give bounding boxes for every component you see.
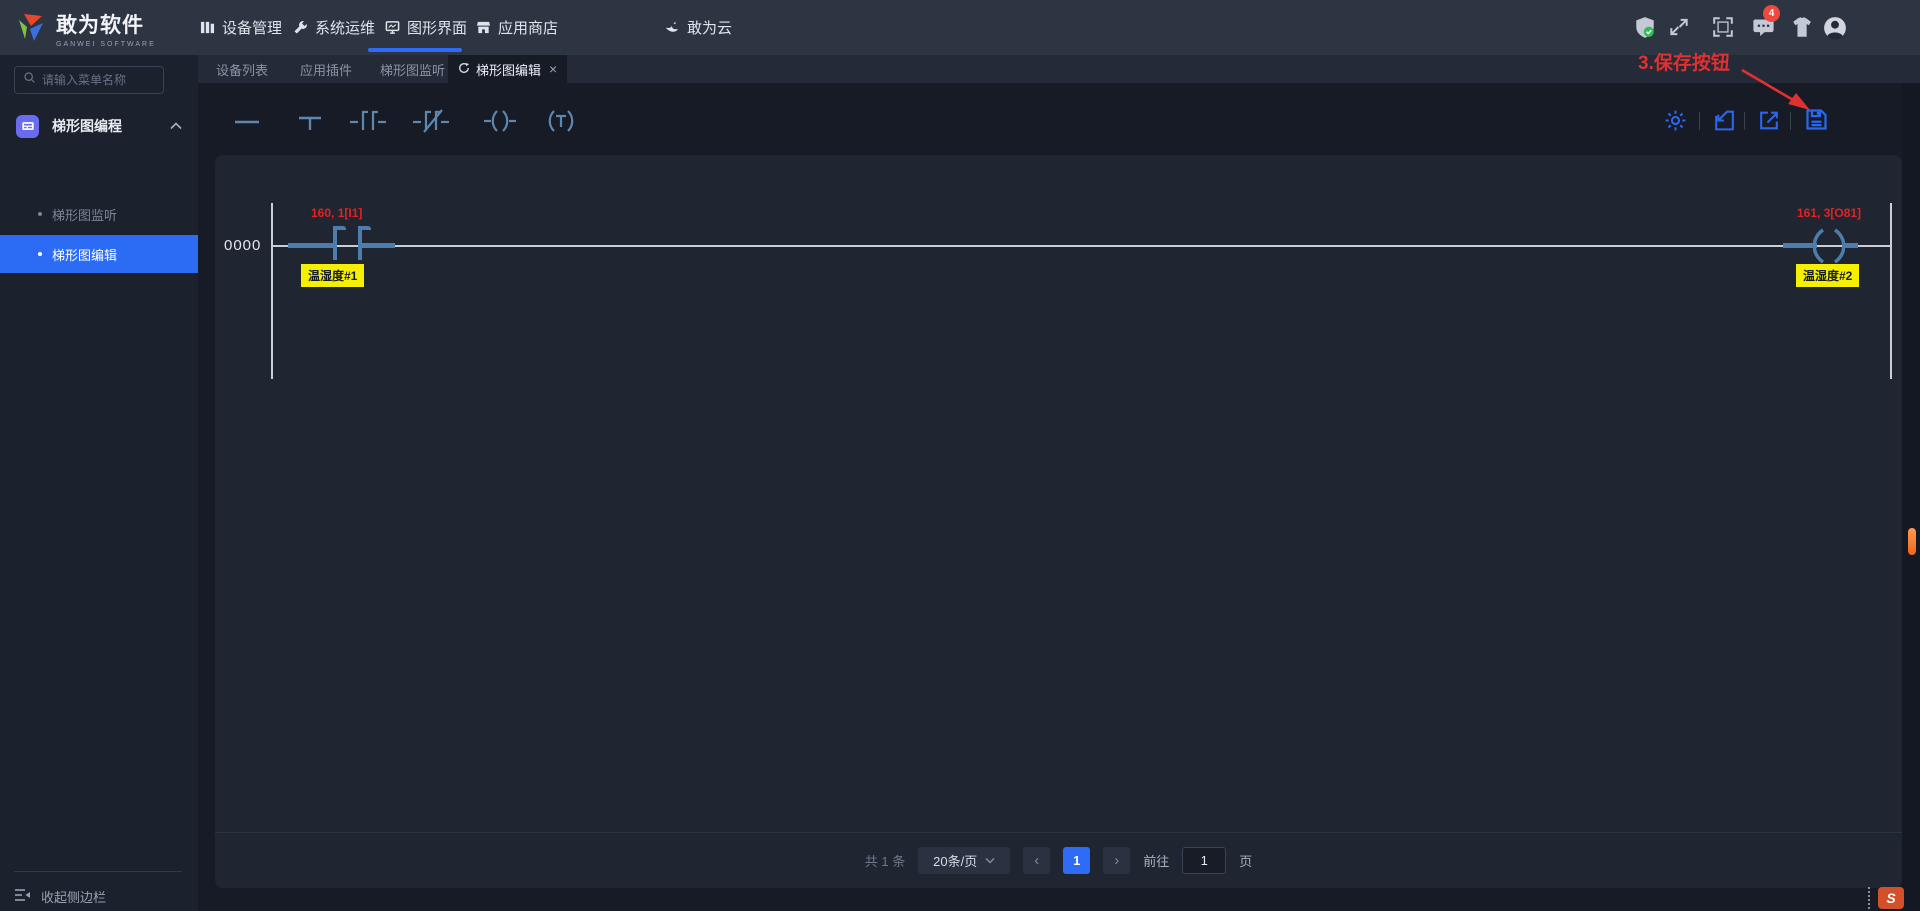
nav-item-ganwei-cloud[interactable]: 敢为云 — [665, 0, 732, 55]
refresh-icon[interactable] — [458, 62, 470, 77]
settings-gear-icon[interactable] — [1663, 108, 1689, 134]
coil-tag-label: 温湿度#2 — [1796, 264, 1860, 287]
tool-timer-icon[interactable] — [543, 106, 579, 136]
toolbar-divider — [1699, 112, 1700, 130]
top-navbar: 敢为软件 GANWEI SOFTWARE 设备管理 系统运维 图形界面 应用商店… — [0, 0, 1920, 55]
goto-label: 前往 — [1143, 854, 1170, 869]
contact-bar-cap — [333, 226, 346, 230]
tab-label: 梯形图监听 — [380, 62, 446, 78]
current-page-button[interactable]: 1 — [1063, 847, 1091, 874]
coil-left-lead — [1783, 243, 1817, 248]
collapse-sidebar-label: 收起侧边栏 — [41, 889, 107, 905]
brand-title: 敢为软件 — [56, 14, 144, 37]
coil-right-lead — [1842, 243, 1858, 248]
message-count-badge: 4 — [1763, 5, 1780, 22]
rung-number: 0000 — [224, 237, 262, 254]
left-power-rail — [271, 203, 273, 379]
collapse-sidebar-icon — [14, 888, 31, 905]
next-page-button[interactable]: › — [1103, 847, 1131, 874]
monitor-icon — [385, 20, 400, 35]
annotation-arrow — [1741, 68, 1810, 110]
goto-page-input[interactable] — [1182, 847, 1227, 874]
cloud-bird-icon — [665, 20, 680, 35]
tab-label: 梯形图编辑 — [476, 62, 542, 78]
coil-address-label: 161, 3[O81] — [1797, 206, 1862, 220]
tab-ladder-editor[interactable]: 梯形图编辑 × — [448, 55, 568, 83]
tab-label: 设备列表 — [216, 62, 269, 78]
tool-contact-nc-icon[interactable] — [411, 106, 451, 136]
ladder-module-icon — [16, 114, 39, 138]
scrollbar-track[interactable] — [1902, 55, 1920, 911]
contact-address-label: 160, 1[I1] — [311, 206, 363, 220]
sidebar-item-ladder-editor[interactable]: 梯形图编辑 — [0, 235, 198, 273]
tab-ladder-monitor[interactable]: 梯形图监听 — [370, 55, 455, 83]
nav-item-label: 系统运维 — [315, 20, 376, 37]
fullscreen-expand-icon[interactable] — [1668, 16, 1692, 40]
left-sidebar: 梯形图编程 梯形图监听 梯形图编辑 收起侧边栏 — [0, 55, 198, 911]
frame-screenshot-icon[interactable] — [1712, 16, 1736, 40]
pagination-bar: 共 1 条 20条/页 ‹ 1 › 前往 页 — [215, 833, 1902, 888]
annotation-save-button-label: 3.保存按钮 — [1638, 53, 1730, 74]
sidebar-item-ladder-monitor[interactable]: 梯形图监听 — [0, 195, 198, 233]
drag-handle-icon[interactable] — [1868, 887, 1874, 909]
app-window: 敢为软件 GANWEI SOFTWARE 设备管理 系统运维 图形界面 应用商店… — [0, 0, 1920, 911]
ladder-canvas[interactable] — [215, 155, 1902, 888]
tab-device-list[interactable]: 设备列表 — [206, 55, 278, 83]
sidebar-divider — [14, 871, 182, 872]
device-grid-icon — [200, 20, 215, 35]
nav-item-label: 图形界面 — [407, 20, 468, 37]
coil-parentheses — [1813, 228, 1845, 264]
chevron-up-icon[interactable] — [170, 117, 182, 135]
active-nav-underline — [368, 48, 462, 52]
brand-subtitle: GANWEI SOFTWARE — [56, 41, 156, 48]
nav-item-system-ops[interactable]: 系统运维 — [293, 0, 375, 55]
tool-vertical-branch-icon[interactable] — [295, 106, 325, 136]
nav-item-graphic-interface[interactable]: 图形界面 — [385, 0, 467, 55]
wrench-icon — [293, 20, 308, 35]
s-extension-icon[interactable]: S — [1878, 887, 1904, 909]
browser-extension-widget[interactable]: S — [1868, 885, 1904, 911]
tab-app-plugins[interactable]: 应用插件 — [290, 55, 362, 83]
page-size-select[interactable]: 20条/页 — [918, 847, 1011, 874]
logo-icon — [19, 13, 43, 41]
chevron-down-icon — [985, 857, 995, 864]
collapse-sidebar-button[interactable]: 收起侧边栏 — [14, 882, 106, 910]
nav-item-device-management[interactable]: 设备管理 — [200, 0, 282, 55]
scrollbar-thumb[interactable] — [1908, 528, 1916, 555]
sidebar-item-label: 梯形图编辑 — [52, 247, 118, 263]
tab-close-icon[interactable]: × — [549, 61, 557, 77]
total-count-label: 共 1 条 — [864, 854, 906, 869]
contact-bar — [333, 226, 337, 260]
contact-tag-label: 温湿度#1 — [301, 264, 365, 287]
rung-wire — [272, 245, 1892, 247]
page-unit-label: 页 — [1239, 854, 1253, 869]
theme-shirt-icon[interactable] — [1790, 16, 1814, 40]
contact-left-lead — [288, 243, 333, 248]
prev-page-button[interactable]: ‹ — [1023, 847, 1051, 874]
bullet-dot-icon — [38, 252, 42, 256]
security-shield-icon[interactable] — [1633, 16, 1657, 40]
page-size-value: 20条/页 — [933, 854, 978, 869]
brand-logo: 敢为软件 GANWEI SOFTWARE — [16, 9, 156, 48]
tab-label: 应用插件 — [300, 62, 353, 78]
sidebar-item-label: 梯形图监听 — [52, 207, 118, 223]
store-icon — [476, 20, 491, 35]
search-icon — [23, 71, 36, 89]
tool-horizontal-line-icon[interactable] — [232, 106, 262, 136]
search-input[interactable] — [42, 73, 155, 87]
sidebar-group-label: 梯形图编程 — [52, 118, 122, 134]
nav-item-label: 敢为云 — [687, 20, 733, 37]
tool-contact-no-icon[interactable] — [348, 106, 388, 136]
sidebar-group-ladder-programming[interactable]: 梯形图编程 — [0, 105, 198, 147]
bullet-dot-icon — [38, 212, 42, 216]
nav-item-label: 设备管理 — [222, 20, 283, 37]
right-power-rail — [1890, 203, 1892, 379]
contact-bar-cap — [358, 226, 371, 230]
nav-item-label: 应用商店 — [498, 20, 559, 37]
menu-search-box[interactable] — [14, 66, 164, 94]
nav-item-app-store[interactable]: 应用商店 — [476, 0, 558, 55]
user-avatar-icon[interactable] — [1823, 16, 1847, 40]
tool-coil-icon[interactable] — [482, 106, 518, 136]
contact-right-lead — [362, 243, 395, 248]
